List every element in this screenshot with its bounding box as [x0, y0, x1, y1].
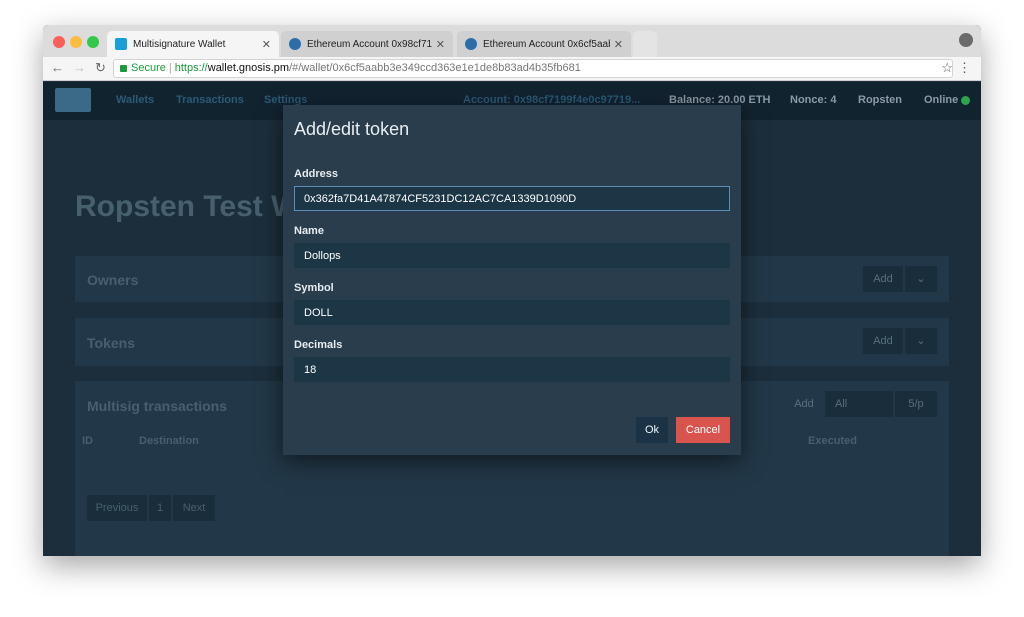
url-separator: | — [168, 62, 172, 74]
close-icon[interactable]: ✕ — [436, 38, 445, 51]
menu-icon[interactable]: ⋮ — [958, 60, 971, 76]
name-label: Name — [294, 225, 324, 237]
back-arrow-icon[interactable]: ← — [51, 60, 64, 75]
tab-title: Ethereum Account 0x98cf719 — [307, 38, 432, 50]
ok-button[interactable]: Ok — [636, 417, 668, 443]
symbol-field[interactable] — [294, 300, 730, 325]
address-bar[interactable]: Secure | https://wallet.gnosis.pm/#/wallet… — [113, 59, 953, 78]
etherscan-icon — [289, 38, 301, 50]
tab-title: Ethereum Account 0x6cf5aabb — [483, 38, 610, 50]
browser-toolbar: ← → ↻ Secure | https://wallet.gnosis.pm/#/… — [43, 57, 981, 81]
cancel-button[interactable]: Cancel — [676, 417, 730, 443]
forward-arrow-icon[interactable]: → — [73, 60, 86, 75]
symbol-label: Symbol — [294, 282, 334, 294]
close-window-button[interactable] — [53, 36, 65, 48]
bookmark-star-icon[interactable]: ☆ — [941, 60, 953, 76]
new-tab-button[interactable] — [633, 31, 657, 57]
close-icon[interactable]: ✕ — [262, 38, 271, 51]
tab-strip: Multisignature Wallet ✕ Ethereum Account… — [43, 25, 981, 57]
add-edit-token-dialog: Add/edit token Address Name Symbol Decim… — [283, 105, 741, 455]
tab-ethereum-account-2[interactable]: Ethereum Account 0x6cf5aabb ✕ — [457, 31, 631, 57]
decimals-field[interactable] — [294, 357, 730, 382]
gnosis-icon — [115, 38, 127, 50]
reload-icon[interactable]: ↻ — [95, 60, 106, 76]
minimize-window-button[interactable] — [70, 36, 82, 48]
secure-label: Secure — [131, 62, 166, 74]
maximize-window-button[interactable] — [87, 36, 99, 48]
tab-ethereum-account-1[interactable]: Ethereum Account 0x98cf719 ✕ — [281, 31, 453, 57]
browser-window: Multisignature Wallet ✕ Ethereum Account… — [43, 25, 981, 556]
url-host: wallet.gnosis.pm — [207, 62, 290, 74]
wallet-app: Wallets Transactions Settings Account: 0… — [43, 82, 981, 556]
url-protocol: https:// — [174, 62, 208, 74]
dialog-title: Add/edit token — [294, 119, 410, 139]
etherscan-icon — [465, 38, 477, 50]
close-icon[interactable]: ✕ — [614, 38, 623, 51]
lock-icon — [120, 64, 127, 72]
address-field[interactable] — [294, 186, 730, 211]
name-field[interactable] — [294, 243, 730, 268]
profile-icon[interactable] — [959, 33, 973, 47]
address-label: Address — [294, 168, 339, 180]
decimals-label: Decimals — [294, 339, 343, 351]
tab-title: Multisignature Wallet — [133, 38, 226, 50]
tab-multisignature-wallet[interactable]: Multisignature Wallet ✕ — [107, 31, 279, 57]
url-path: /#/wallet/0x6cf5aabb3e349ccd363e1e1de8b8… — [289, 62, 581, 74]
